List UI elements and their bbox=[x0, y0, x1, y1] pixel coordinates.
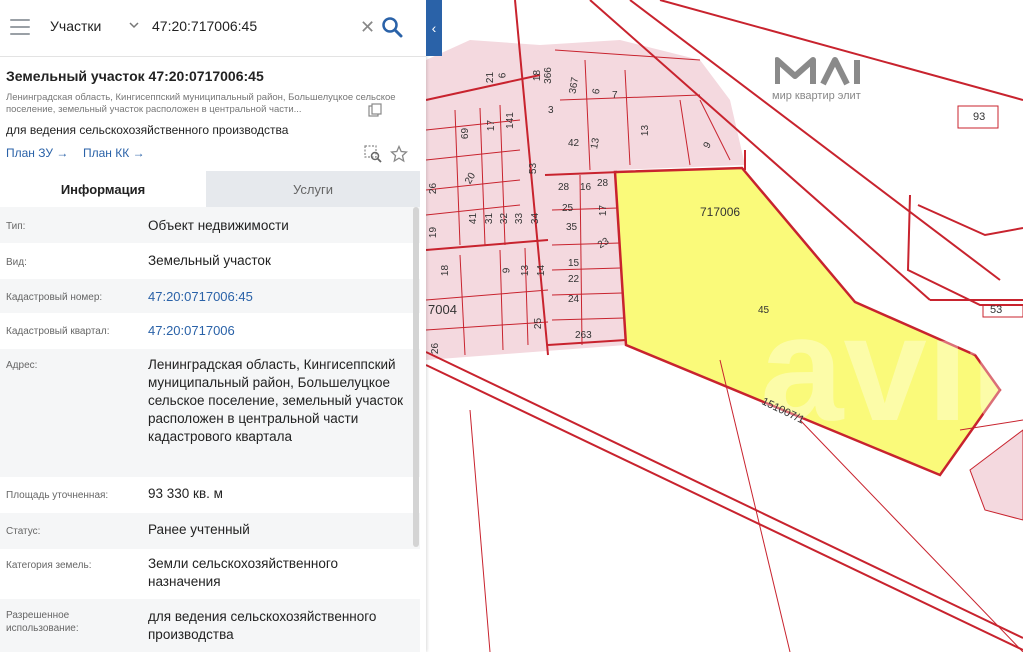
status-value: Ранее учтенный bbox=[148, 522, 250, 537]
lot-number: 263 bbox=[575, 330, 592, 341]
info-row-address: Адрес: Ленинградская область, Кингисеппс… bbox=[0, 349, 420, 477]
object-title: Земельный участок 47:20:0717006:45 bbox=[6, 68, 264, 84]
lot-number: 41 bbox=[468, 212, 480, 225]
lot-number: 28 bbox=[597, 178, 609, 189]
object-address-short: Ленинградская область, Кингисеппский мун… bbox=[6, 92, 396, 115]
lot-number: 26 bbox=[430, 342, 442, 355]
area-label: Площадь уточненная: bbox=[6, 490, 109, 501]
chevron-down-icon[interactable] bbox=[128, 19, 140, 31]
scrollbar[interactable] bbox=[413, 207, 419, 547]
lot-number: 13 bbox=[589, 137, 602, 150]
lot-number: 25 bbox=[533, 317, 545, 330]
parcel-53-label: 53 bbox=[990, 304, 1003, 316]
lot-number: 26 bbox=[428, 182, 440, 195]
lot-number: 53 bbox=[528, 162, 540, 175]
lot-number: 141 bbox=[504, 112, 516, 129]
plan-kk-link[interactable]: План КК → bbox=[83, 146, 145, 160]
info-row-kind: Вид: Земельный участок bbox=[0, 243, 420, 279]
lot-number: 18 bbox=[440, 264, 452, 277]
info-row-cadnum: Кадастровый номер: 47:20:0717006:45 bbox=[0, 279, 420, 313]
category-select[interactable]: Участки bbox=[50, 18, 101, 34]
cadnum-link[interactable]: 47:20:0717006:45 bbox=[148, 288, 408, 306]
lot-number: 21 bbox=[485, 71, 497, 84]
lot-number: 31 bbox=[484, 212, 496, 225]
info-panel: Участки 47:20:717006:45 ✕ Земельный учас… bbox=[0, 0, 426, 652]
lot-number: 17 bbox=[486, 119, 498, 132]
cadnum-label: Кадастровый номер: bbox=[6, 292, 103, 303]
quarter-link[interactable]: 47:20:0717006 bbox=[148, 322, 408, 340]
info-row-status: Статус: Ранее учтенный bbox=[0, 513, 420, 549]
search-input[interactable]: 47:20:717006:45 bbox=[152, 18, 257, 34]
type-value: Объект недвижимости bbox=[148, 218, 289, 233]
search-bar: Участки 47:20:717006:45 ✕ bbox=[0, 0, 426, 57]
info-row-area: Площадь уточненная: 93 330 кв. м bbox=[0, 477, 420, 513]
tabs: Информация Услуги bbox=[0, 171, 426, 207]
address-label: Адрес: bbox=[6, 360, 38, 371]
type-label: Тип: bbox=[6, 221, 26, 232]
lot-number: 42 bbox=[568, 138, 580, 149]
parcel-93-label: 93 bbox=[973, 111, 986, 123]
agency-logo bbox=[775, 57, 860, 86]
lot-number: 69 bbox=[460, 127, 472, 140]
lot-number: 16 bbox=[580, 182, 592, 193]
plan-zu-link[interactable]: План ЗУ → bbox=[6, 146, 68, 160]
lot-number: 9 bbox=[501, 267, 513, 274]
lot-number: 366 bbox=[542, 67, 554, 84]
menu-icon[interactable] bbox=[10, 19, 30, 35]
lot-number: 35 bbox=[566, 222, 578, 233]
lot-number: 7 bbox=[612, 90, 618, 101]
area-value: 93 330 кв. м bbox=[148, 486, 223, 501]
tab-services[interactable]: Услуги bbox=[206, 171, 420, 207]
lot-number: 19 bbox=[428, 226, 440, 239]
lot-number: 24 bbox=[568, 294, 580, 305]
info-row-category: Категория земель: Земли сельскохозяйстве… bbox=[0, 549, 420, 599]
lot-number: 34 bbox=[530, 212, 542, 225]
lot-number: 33 bbox=[514, 212, 526, 225]
clear-icon[interactable]: ✕ bbox=[360, 18, 375, 36]
info-row-quarter: Кадастровый квартал: 47:20:0717006 bbox=[0, 313, 420, 349]
parcel-number-label: 45 bbox=[758, 305, 770, 316]
lot-number: 22 bbox=[568, 274, 580, 285]
zoom-to-parcel-icon[interactable] bbox=[364, 145, 382, 163]
kind-label: Вид: bbox=[6, 257, 27, 268]
parcel-quarter-label: 717006 bbox=[700, 205, 741, 219]
object-usage: для ведения сельскохозяйственного произв… bbox=[6, 123, 289, 137]
permitted-value: для ведения сельскохозяйственного произв… bbox=[148, 609, 377, 642]
lot-number: 25 bbox=[562, 203, 574, 214]
chevron-left-icon: ‹ bbox=[431, 20, 437, 36]
tab-info[interactable]: Информация bbox=[0, 171, 206, 207]
copy-icon[interactable] bbox=[368, 103, 382, 117]
lot-number: 18 bbox=[532, 69, 544, 82]
lot-number: 6 bbox=[497, 72, 509, 79]
collapse-panel-button[interactable]: ‹ bbox=[426, 0, 442, 56]
quarter-left-label: 7004 bbox=[428, 302, 457, 317]
quarter-label: Кадастровый квартал: bbox=[6, 326, 110, 337]
info-row-permitted: Разрешенное использование: для ведения с… bbox=[0, 599, 420, 652]
kind-value: Земельный участок bbox=[148, 253, 271, 268]
lot-number: 13 bbox=[640, 124, 652, 137]
star-icon[interactable] bbox=[390, 145, 408, 163]
lot-number: 32 bbox=[499, 212, 511, 225]
status-label: Статус: bbox=[6, 526, 41, 537]
lot-number: 14 bbox=[536, 264, 548, 277]
address-value: Ленинградская область, Кингисеппский мун… bbox=[148, 357, 404, 444]
lot-number: 28 bbox=[558, 182, 570, 193]
lot-number: 3 bbox=[548, 105, 554, 116]
lot-number: 15 bbox=[568, 258, 580, 269]
agency-watermark-text: мир квартир элит bbox=[772, 90, 861, 102]
lot-number: 17 bbox=[598, 204, 610, 217]
permitted-label: Разрешенное использование: bbox=[6, 610, 79, 634]
avito-watermark: avito bbox=[760, 284, 1023, 452]
category-label: Категория земель: bbox=[6, 560, 92, 571]
category-value: Земли сельскохозяйственного назначения bbox=[148, 556, 339, 589]
info-row-type: Тип: Объект недвижимости bbox=[0, 207, 420, 243]
lot-number: 13 bbox=[520, 264, 532, 277]
search-icon[interactable] bbox=[381, 16, 403, 38]
